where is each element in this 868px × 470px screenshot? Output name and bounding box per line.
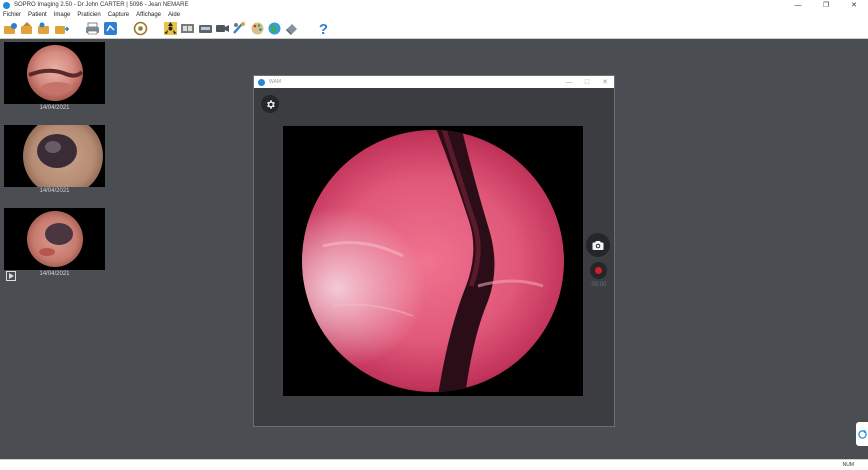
live-camera-image[interactable]: [283, 126, 583, 396]
camera-viewer-window: WAM — □ ✕ 00:00: [253, 75, 615, 427]
viewer-bottom-strip: [284, 396, 584, 426]
viewer-top-strip: [284, 88, 584, 126]
export-icon[interactable]: [103, 21, 118, 36]
close-button[interactable]: ✕: [840, 0, 868, 10]
viewer-window-controls: — □ ✕: [560, 76, 614, 88]
video-play-icon[interactable]: [6, 271, 16, 281]
thumbnail-image[interactable]: [4, 125, 105, 187]
xray-icon[interactable]: [163, 21, 178, 36]
side-tool-handle[interactable]: [856, 422, 868, 446]
patient-list-icon[interactable]: [37, 21, 52, 36]
gear-icon: [266, 99, 275, 109]
viewer-title-bar: WAM — □ ✕: [254, 76, 614, 88]
menu-bar: Fichier Patient Image Praticien Capture …: [0, 10, 868, 19]
new-patient-icon[interactable]: [20, 21, 35, 36]
record-video-button[interactable]: [590, 262, 607, 279]
camera-settings-icon[interactable]: [133, 21, 148, 36]
window-title-bar: SOPRO Imaging 2.50 - Dr John CARTER | 50…: [0, 0, 868, 10]
viewer-settings-button[interactable]: [261, 95, 279, 113]
thumbnail-2[interactable]: 14/04/2021: [4, 125, 106, 201]
minimize-button[interactable]: —: [784, 0, 812, 10]
thumbnail-date: 14/04/2021: [39, 188, 70, 194]
menu-image[interactable]: Image: [54, 12, 71, 18]
app-icon: [3, 1, 10, 9]
viewer-maximize-button[interactable]: □: [578, 76, 596, 88]
film-strip-icon[interactable]: [180, 21, 195, 36]
viewer-left-panel: [254, 88, 284, 426]
menu-capture[interactable]: Capture: [108, 12, 129, 18]
viewer-close-button[interactable]: ✕: [596, 76, 614, 88]
thumbnail-date: 14/04/2021: [39, 105, 70, 111]
record-time: 00:00: [591, 282, 607, 288]
menu-aide[interactable]: Aide: [168, 12, 180, 18]
save-icon[interactable]: [284, 21, 299, 36]
menu-patient[interactable]: Patient: [28, 12, 47, 18]
thumbnail-3[interactable]: 14/04/2021: [4, 208, 106, 284]
toolbar: ?: [0, 19, 868, 39]
camera-icon: [592, 240, 604, 250]
palette-icon[interactable]: [250, 21, 265, 36]
menu-praticien[interactable]: Praticien: [77, 12, 100, 18]
intraoral-camera-icon[interactable]: [232, 21, 247, 36]
add-patient-icon[interactable]: [54, 21, 69, 36]
viewer-title: WAM: [269, 79, 282, 85]
globe-icon[interactable]: [267, 21, 282, 36]
workspace: 14/04/2021 14/04/2021 14/04/2021 WAM — □…: [0, 39, 868, 459]
viewer-app-icon: [258, 78, 265, 86]
num-lock-indicator: NUM: [842, 462, 854, 468]
viewer-right-panel: [584, 88, 614, 426]
thumbnail-date: 14/04/2021: [39, 271, 70, 277]
window-controls: — ❐ ✕: [784, 0, 868, 10]
restore-button[interactable]: ❐: [812, 0, 840, 10]
status-bar: NUM: [0, 459, 868, 470]
help-label: ?: [319, 21, 328, 36]
menu-fichier[interactable]: Fichier: [3, 12, 21, 18]
print-icon[interactable]: [85, 21, 100, 36]
thumbnail-image[interactable]: [4, 208, 105, 270]
thumbnail-1[interactable]: 14/04/2021: [4, 42, 106, 118]
thumbnail-image[interactable]: [4, 42, 105, 104]
viewer-minimize-button[interactable]: —: [560, 76, 578, 88]
capture-photo-button[interactable]: [586, 233, 610, 257]
menu-affichage[interactable]: Affichage: [136, 12, 161, 18]
scanner-icon[interactable]: [198, 21, 213, 36]
open-patient-icon[interactable]: [3, 21, 18, 36]
sync-icon: [857, 429, 867, 439]
video-camera-icon[interactable]: [215, 21, 230, 36]
help-icon[interactable]: ?: [316, 21, 331, 38]
window-title: SOPRO Imaging 2.50 - Dr John CARTER | 50…: [14, 2, 189, 8]
